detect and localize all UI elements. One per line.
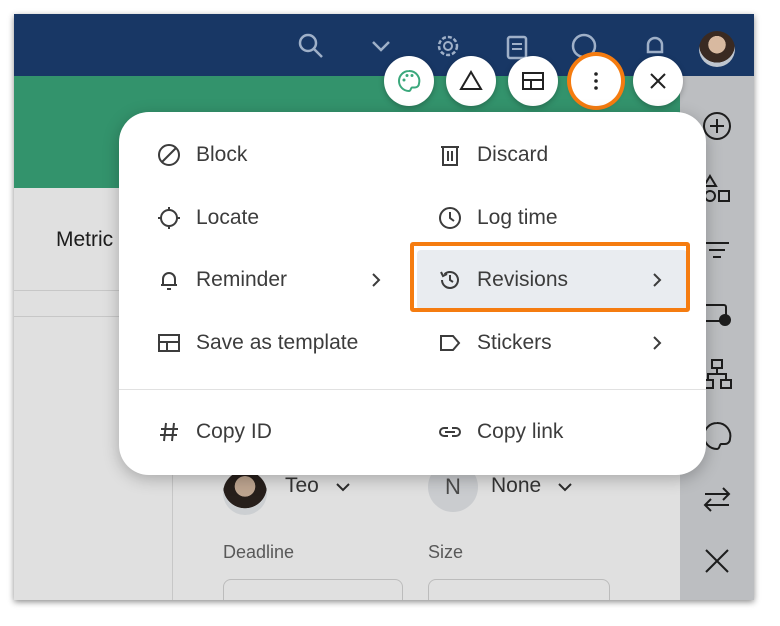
palette-button[interactable] xyxy=(384,56,434,106)
menu-item-label: Copy link xyxy=(477,420,564,443)
actions-menu: Block Discard Locate Log time Reminder R… xyxy=(119,112,706,475)
tag-icon xyxy=(440,335,461,351)
menu-item-label: Locate xyxy=(196,206,260,229)
search-icon[interactable] xyxy=(297,32,325,60)
palette-icon xyxy=(398,69,421,93)
menu-item-label: Reminder xyxy=(196,268,288,291)
close-button[interactable] xyxy=(633,56,683,106)
menu-item-block[interactable]: Block xyxy=(156,135,386,175)
menu-item-log-time[interactable]: Log time xyxy=(437,198,677,238)
chevron-right-icon xyxy=(372,273,381,287)
menu-item-label: Log time xyxy=(477,206,558,229)
menu-divider xyxy=(119,389,706,390)
menu-item-label: Block xyxy=(196,143,248,166)
menu-item-locate[interactable]: Locate xyxy=(156,198,386,238)
chevron-right-icon xyxy=(653,336,662,350)
gear-icon[interactable] xyxy=(434,32,462,60)
menu-item-label: Discard xyxy=(477,143,549,166)
menu-item-save-as-template[interactable]: Save as template xyxy=(156,323,406,363)
menu-item-stickers[interactable]: Stickers xyxy=(437,323,677,363)
chevron-down-icon[interactable] xyxy=(367,32,395,60)
app-window: Metric Teo N None Deadline Size Block Di… xyxy=(14,14,754,600)
block-icon xyxy=(158,144,180,166)
hash-icon xyxy=(160,422,178,442)
bell-icon xyxy=(161,272,177,290)
menu-item-label: Stickers xyxy=(477,331,552,354)
menu-item-reminder[interactable]: Reminder xyxy=(156,260,396,300)
user-avatar[interactable] xyxy=(699,31,735,67)
clock-icon xyxy=(439,207,461,229)
triangle-icon xyxy=(459,70,483,90)
trash-icon xyxy=(441,146,459,166)
link-icon xyxy=(439,427,461,437)
menu-item-copy-id[interactable]: Copy ID xyxy=(156,412,386,452)
more-button[interactable] xyxy=(571,56,621,106)
close-icon xyxy=(650,73,666,89)
template-icon xyxy=(158,334,180,352)
menu-item-label: Save as template xyxy=(196,331,359,354)
menu-item-discard[interactable]: Discard xyxy=(437,135,677,175)
triangle-button[interactable] xyxy=(446,56,496,106)
crosshair-icon xyxy=(158,207,180,229)
layout-button[interactable] xyxy=(508,56,558,106)
menu-item-copy-link[interactable]: Copy link xyxy=(437,412,677,452)
menu-item-label: Copy ID xyxy=(196,420,272,443)
more-vertical-icon xyxy=(594,72,598,90)
revisions-highlight-border xyxy=(410,242,690,312)
layout-icon xyxy=(522,72,544,90)
